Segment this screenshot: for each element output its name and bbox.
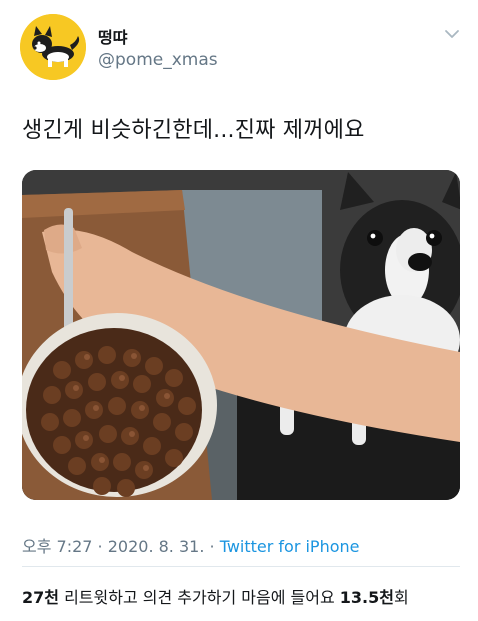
retweet-count[interactable]: 27천: [22, 588, 59, 607]
tweet-time[interactable]: 오후 7:27: [22, 537, 92, 556]
photo-dog-cereal: [22, 170, 460, 500]
tweet-text: 생긴게 비슷하긴한데...진짜 제꺼에요: [22, 118, 365, 143]
tweet-meta: 오후 7:27 · 2020. 8. 31. · Twitter for iPh…: [22, 533, 360, 557]
user-handle[interactable]: @pome_xmas: [98, 50, 218, 70]
meta-separator: ·: [204, 537, 220, 556]
display-name[interactable]: 떵땨: [98, 24, 127, 48]
like-count[interactable]: 13.5천: [340, 588, 394, 607]
tweet-source-link[interactable]: Twitter for iPhone: [220, 537, 360, 556]
tweet-photo[interactable]: [22, 170, 460, 500]
tweet-date[interactable]: 2020. 8. 31.: [108, 537, 205, 556]
like-suffix: 회: [393, 588, 409, 607]
retweet-label[interactable]: 리트윗하고 의견 추가하기: [59, 588, 236, 607]
dog-cartoon-icon: [20, 14, 86, 80]
like-label[interactable]: 마음에 들어요: [236, 588, 340, 607]
meta-separator: ·: [92, 537, 108, 556]
tweet-header: 떵땨 @pome_xmas: [20, 14, 466, 80]
tweet-stats: 27천 리트윗하고 의견 추가하기 마음에 들어요 13.5천회: [22, 584, 409, 608]
chevron-down-icon[interactable]: [444, 28, 460, 40]
avatar[interactable]: [20, 14, 86, 80]
divider: [22, 566, 460, 567]
